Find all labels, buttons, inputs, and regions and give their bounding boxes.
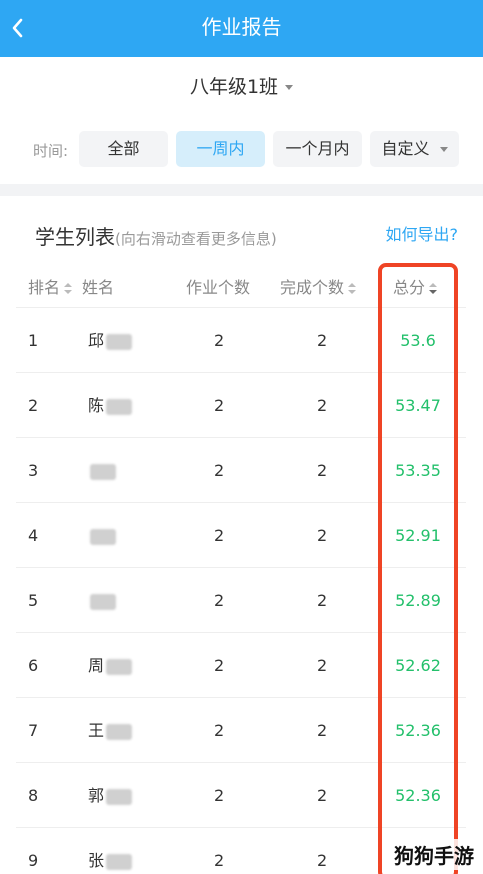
class-selector-value: 八年级1班	[189, 76, 279, 98]
sort-icon	[348, 282, 357, 295]
student-rank: 3	[28, 461, 39, 480]
student-name	[88, 568, 116, 633]
column-header-total-score[interactable]: 总分	[393, 274, 438, 298]
completed-count: 2	[317, 526, 328, 545]
student-name-text: 陈	[88, 396, 105, 415]
export-help-link[interactable]: 如何导出?	[386, 221, 459, 245]
student-list-title-text: 学生列表	[35, 225, 115, 249]
redaction-mask	[106, 398, 133, 415]
class-selector[interactable]: 八年级1班	[0, 72, 483, 104]
student-rank: 5	[28, 591, 39, 610]
scroll-hint: (向右滑动查看更多信息)	[115, 230, 277, 248]
student-rank: 6	[28, 656, 39, 675]
column-completed-label: 完成个数	[280, 278, 345, 297]
redaction-mask	[106, 853, 133, 870]
student-name-text: 周	[88, 656, 105, 675]
total-score: 52.91	[395, 526, 441, 545]
student-name	[88, 438, 116, 503]
redaction-mask	[90, 528, 116, 545]
column-header-name: 姓名	[82, 278, 115, 297]
total-score: 52.89	[395, 591, 441, 610]
column-score-label: 总分	[393, 278, 426, 297]
homework-count: 2	[214, 591, 225, 610]
redaction-mask	[106, 658, 133, 675]
column-header-homework-count: 作业个数	[186, 278, 251, 297]
sort-icon	[64, 282, 73, 295]
filter-week[interactable]: 一周内	[176, 131, 265, 167]
completed-count: 2	[317, 656, 328, 675]
caret-down-icon	[285, 85, 294, 90]
filter-custom-label: 自定义	[381, 139, 430, 158]
column-header-completed-count[interactable]: 完成个数	[280, 274, 357, 298]
page-title: 作业报告	[201, 15, 282, 39]
filter-all[interactable]: 全部	[79, 131, 168, 167]
student-rank: 9	[28, 851, 39, 870]
filter-custom[interactable]: 自定义	[370, 131, 459, 167]
student-name: 郭	[88, 763, 133, 828]
completed-count: 2	[317, 461, 328, 480]
completed-count: 2	[317, 851, 328, 870]
table-row[interactable]: 2 2 2 53.47 陈	[16, 372, 466, 437]
student-name: 周	[88, 633, 133, 698]
student-name-text: 郭	[88, 786, 105, 805]
redaction-mask	[106, 788, 133, 805]
table-row[interactable]: 8 2 2 52.36 郭	[16, 762, 466, 827]
student-rank: 8	[28, 786, 39, 805]
redaction-mask	[90, 593, 116, 610]
navbar: 作业报告	[0, 0, 483, 57]
student-name	[88, 503, 116, 568]
homework-count: 2	[214, 721, 225, 740]
student-name: 邱	[88, 308, 133, 373]
redaction-mask	[90, 463, 116, 480]
student-name-text: 邱	[88, 331, 105, 350]
completed-count: 2	[317, 331, 328, 350]
time-filter-label: 时间:	[33, 142, 69, 160]
total-score: 52.36	[395, 786, 441, 805]
student-name-text: 张	[88, 851, 105, 870]
student-name: 张	[88, 828, 133, 874]
sort-desc-icon	[429, 282, 438, 295]
caret-down-icon	[439, 147, 448, 152]
total-score: 53.47	[395, 396, 441, 415]
redaction-mask	[106, 723, 133, 740]
table-row[interactable]: 4 2 2 52.91	[16, 502, 466, 567]
section-divider	[0, 184, 483, 196]
homework-count: 2	[214, 851, 225, 870]
total-score: 52.36	[395, 721, 441, 740]
table-row[interactable]: 1 2 2 53.6 邱	[16, 307, 466, 372]
student-rank: 7	[28, 721, 39, 740]
total-score: 53.6	[400, 331, 436, 350]
homework-count: 2	[214, 396, 225, 415]
homework-count: 2	[214, 786, 225, 805]
completed-count: 2	[317, 591, 328, 610]
student-name-text: 王	[88, 721, 105, 740]
completed-count: 2	[317, 396, 328, 415]
total-score: 52.62	[395, 656, 441, 675]
homework-count: 2	[214, 526, 225, 545]
completed-count: 2	[317, 721, 328, 740]
watermark: 狗狗手游	[391, 839, 477, 870]
student-rank: 4	[28, 526, 39, 545]
table-row[interactable]: 7 2 2 52.36 王	[16, 697, 466, 762]
column-rank-label: 排名	[28, 278, 61, 297]
homework-count: 2	[214, 656, 225, 675]
student-rank: 2	[28, 396, 39, 415]
table-row[interactable]: 6 2 2 52.62 周	[16, 632, 466, 697]
student-rank: 1	[28, 331, 39, 350]
total-score: 53.35	[395, 461, 441, 480]
completed-count: 2	[317, 786, 328, 805]
student-list-title: 学生列表(向右滑动查看更多信息)	[35, 221, 277, 250]
student-name: 王	[88, 698, 133, 763]
redaction-mask	[106, 333, 133, 350]
student-name: 陈	[88, 373, 133, 438]
homework-count: 2	[214, 461, 225, 480]
table-row[interactable]: 5 2 2 52.89	[16, 567, 466, 632]
table-row[interactable]: 3 2 2 53.35	[16, 437, 466, 502]
column-header-rank[interactable]: 排名	[28, 274, 73, 298]
homework-count: 2	[214, 331, 225, 350]
filter-month[interactable]: 一个月内	[273, 131, 362, 167]
